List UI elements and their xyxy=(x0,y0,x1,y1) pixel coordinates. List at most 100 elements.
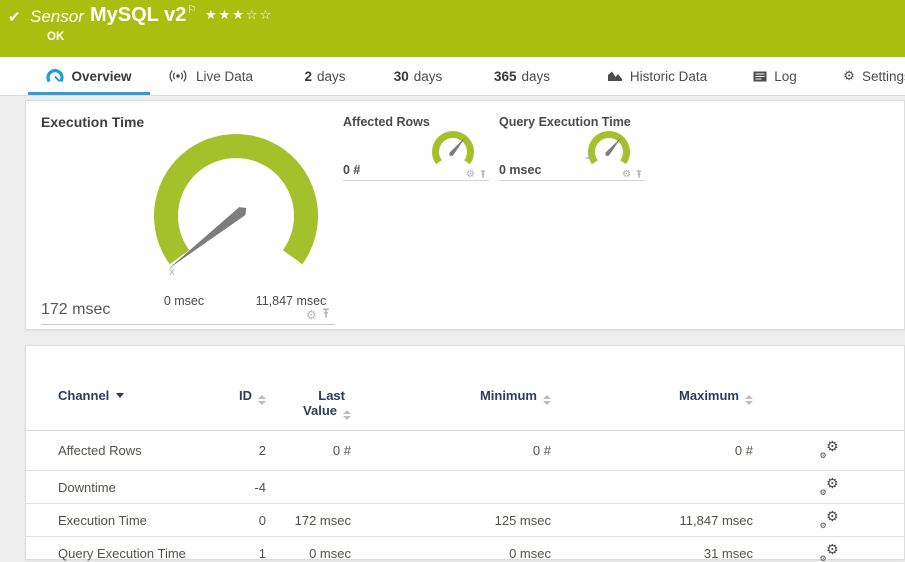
cell-channel[interactable]: Query Execution Time xyxy=(58,546,209,561)
tab-label: Settings xyxy=(861,68,905,84)
tab-live-data[interactable]: Live Data xyxy=(160,57,260,95)
priority-stars[interactable]: ★★★☆☆ xyxy=(205,7,273,23)
header-label: Minimum xyxy=(479,388,537,403)
gauge-corner-icons: ⚙ xyxy=(466,166,487,184)
settings-gear-icon: ⚙ xyxy=(843,68,855,83)
channel-settings-icon[interactable]: ⚙ ⚙ xyxy=(819,476,839,497)
header-label: ID xyxy=(239,388,252,403)
table-row[interactable]: Execution Time 0 172 msec 125 msec 11,84… xyxy=(26,504,904,537)
tab-label: days xyxy=(316,68,346,84)
column-header-last-value[interactable]: Last Value xyxy=(266,388,351,420)
stars-filled: ★★★ xyxy=(205,7,246,22)
gauge-corner-icons: ⚙ xyxy=(622,166,643,184)
main-gauge-title: Execution Time xyxy=(41,114,145,130)
table-header-row: Channel ID Last Value Minimum Maximum xyxy=(26,346,904,431)
average-marker: x̄ xyxy=(169,266,175,278)
sort-arrows-icon xyxy=(745,395,753,405)
divider xyxy=(343,180,489,181)
tab-number: 30 xyxy=(393,68,409,84)
status-check-icon: ✔ xyxy=(8,9,21,26)
log-icon xyxy=(753,71,767,82)
tab-number: 365 xyxy=(493,68,517,84)
cell-minimum: 0 # xyxy=(532,443,551,458)
channel-settings-icon[interactable]: ⚙ ⚙ xyxy=(819,439,839,460)
cell-maximum: 0 # xyxy=(734,443,753,458)
tab-label: Live Data xyxy=(195,68,254,84)
table-row[interactable]: Affected Rows 2 0 # 0 # 0 # ⚙ ⚙ xyxy=(26,431,904,471)
cell-minimum: 125 msec xyxy=(494,512,551,528)
tab-bar: Overview Live Data 2 days 30 days 365 da… xyxy=(0,57,905,96)
live-data-icon xyxy=(167,69,189,83)
column-header-id[interactable]: ID xyxy=(209,388,266,405)
pin-icon[interactable] xyxy=(321,306,331,324)
cell-last-value: 0 # xyxy=(332,443,351,458)
status-badge: OK xyxy=(47,31,65,43)
sort-arrows-icon xyxy=(258,395,266,405)
flag-icon[interactable]: ⚐ xyxy=(187,3,197,16)
mini-gauge-value: 0 msec xyxy=(499,163,542,177)
cell-last-value: 172 msec xyxy=(294,512,351,528)
tab-30-days[interactable]: 30 days xyxy=(378,57,458,95)
tab-label: days xyxy=(413,68,443,84)
column-header-maximum[interactable]: Maximum xyxy=(551,388,753,405)
gauge-settings-icon[interactable]: ⚙ xyxy=(466,170,475,180)
execution-time-gauge[interactable]: x̄ xyxy=(133,123,339,281)
prtg-sensor-page: ✔ Sensor MySQL v2 ⚐ ★★★☆☆ OK Overview Li… xyxy=(0,0,905,562)
cell-channel[interactable]: Execution Time xyxy=(58,513,209,528)
mini-gauge-query-execution-time: Query Execution Time 0 msec ⚙ xyxy=(499,111,645,181)
cell-last-value: 0 msec xyxy=(309,545,351,561)
cell-id: -4 xyxy=(254,479,266,495)
gauges-panel: Execution Time x̄ 0 msec 11,847 msec 172… xyxy=(25,100,905,330)
table-row[interactable]: Downtime -4 ⚙ ⚙ xyxy=(26,471,904,504)
stars-empty: ☆☆ xyxy=(245,7,274,22)
sort-arrows-icon xyxy=(543,395,551,405)
sensor-type-label: Sensor xyxy=(30,7,84,26)
table-row[interactable]: Query Execution Time 1 0 msec 0 msec 31 … xyxy=(26,537,904,562)
mini-gauge-title: Affected Rows xyxy=(343,115,430,129)
header-label: Maximum xyxy=(679,388,739,403)
cell-maximum: 31 msec xyxy=(703,545,753,561)
cell-minimum: 0 msec xyxy=(509,545,551,561)
historic-chart-icon xyxy=(607,70,623,82)
tab-number: 2 xyxy=(304,68,312,84)
tab-log[interactable]: Log xyxy=(740,57,810,95)
header-label: Last xyxy=(318,388,345,403)
tab-historic-data[interactable]: Historic Data xyxy=(592,57,722,95)
gauge-settings-icon[interactable]: ⚙ xyxy=(622,170,631,180)
gauge-corner-icons: ⚙ xyxy=(306,306,331,324)
divider xyxy=(41,324,335,325)
pin-icon[interactable] xyxy=(479,166,487,184)
mini-gauge-affected-rows: Affected Rows 0 # ⚙ xyxy=(343,111,489,181)
cell-channel[interactable]: Affected Rows xyxy=(58,443,209,458)
cell-maximum: 11,847 msec xyxy=(679,512,753,528)
tab-365-days[interactable]: 365 days xyxy=(482,57,562,95)
mini-gauge-title: Query Execution Time xyxy=(499,115,631,129)
tab-label: Log xyxy=(774,68,797,84)
tab-label: days xyxy=(521,68,551,84)
channel-settings-icon[interactable]: ⚙ ⚙ xyxy=(819,542,839,562)
gauge-settings-icon[interactable]: ⚙ xyxy=(306,309,317,321)
divider xyxy=(499,180,645,181)
channel-settings-icon[interactable]: ⚙ ⚙ xyxy=(819,509,839,530)
sensor-header: ✔ Sensor MySQL v2 ⚐ ★★★☆☆ OK xyxy=(0,0,905,57)
tab-overview[interactable]: Overview xyxy=(28,57,150,95)
cell-channel[interactable]: Downtime xyxy=(58,480,209,495)
header-label: Value xyxy=(303,403,337,418)
channel-table-panel: Channel ID Last Value Minimum Maximum Af… xyxy=(25,345,905,562)
tab-2-days[interactable]: 2 days xyxy=(290,57,360,95)
cell-id: 2 xyxy=(258,443,266,458)
sensor-name: MySQL v2 xyxy=(90,4,187,26)
cell-id: 0 xyxy=(258,512,266,528)
header-label: Channel xyxy=(58,388,110,403)
column-header-minimum[interactable]: Minimum xyxy=(351,388,551,405)
active-tab-underline xyxy=(28,92,150,95)
gauge-min-label: 0 msec xyxy=(163,294,205,308)
pin-icon[interactable] xyxy=(635,166,643,184)
column-header-channel[interactable]: Channel xyxy=(58,388,209,403)
sort-caret-icon xyxy=(116,393,125,398)
tab-label: Overview xyxy=(71,68,132,84)
tab-label: Historic Data xyxy=(629,68,708,84)
tab-settings[interactable]: ⚙ Settings xyxy=(832,57,905,95)
gauge-current-value: 172 msec xyxy=(41,301,111,318)
sort-arrows-icon xyxy=(343,410,351,420)
